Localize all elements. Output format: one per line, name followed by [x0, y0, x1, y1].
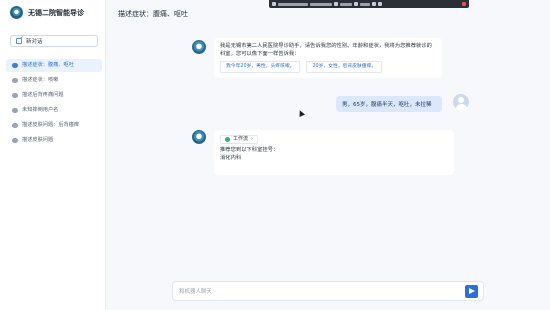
history-item[interactable]: 描述症状：咳嗽 [6, 74, 102, 87]
history-list: 描述症状：腹痛、呕吐 描述症状：咳嗽 描述后背疼痛问题 未知摔倒用户名 描述皮肤… [6, 59, 102, 149]
history-item-label: 未知摔倒用户名 [22, 107, 59, 113]
workflow-tag[interactable]: 工作流 › [220, 135, 259, 144]
conversation-title: 描述症状：腹痛、呕吐 [118, 10, 188, 18]
toolbar-text-placeholder [278, 2, 308, 6]
bot-intro-text: 我是无锡市第二人民医院导诊助手，请告诉我您的性别、年龄和症状，我将为您推荐就诊的… [220, 43, 432, 57]
history-item[interactable]: 描述后背疼痛问题 [6, 89, 102, 102]
chat-input-bar [172, 281, 484, 301]
toolbar-icon[interactable] [378, 2, 382, 6]
toolbar-icon[interactable] [354, 2, 358, 6]
send-button[interactable] [465, 285, 478, 298]
chat-header: 描述症状：腹痛、呕吐 [106, 0, 550, 28]
history-item[interactable]: 描述皮肤问题：后背瘙痒 [6, 119, 102, 132]
bot-message: 我是无锡市第二人民医院导诊助手，请告诉我您的性别、年龄和症状，我将为您推荐就诊的… [214, 38, 442, 78]
example-chip[interactable]: 20岁，女性，后背皮肤瘙痒。 [306, 61, 383, 73]
history-item[interactable]: 未知摔倒用户名 [6, 104, 102, 117]
brand: 无锡二院智能导诊 [10, 6, 84, 19]
history-item-label: 描述症状：腹痛、呕吐 [22, 62, 74, 68]
stop-share-icon[interactable] [462, 2, 466, 6]
history-item-label: 描述症状：咳嗽 [22, 77, 59, 83]
bot-message: 工作流 › 推荐您到以下科室挂号： 消化内科 [214, 130, 454, 175]
history-item[interactable]: 描述症状：腹痛、呕吐 [6, 59, 102, 72]
user-message: 男，65岁，腹痛半天，呕吐，未拉稀 [336, 96, 442, 112]
toolbar-text-placeholder [360, 2, 370, 6]
chat-bubble-icon [12, 123, 18, 128]
bot-avatar [192, 40, 206, 54]
share-status-icon [272, 2, 276, 6]
new-chat-button[interactable]: 新对话 [10, 35, 98, 47]
toolbar-icon[interactable] [372, 2, 376, 6]
chat-bubble-icon [12, 78, 18, 83]
example-chip[interactable]: 我今年20岁，男性，头疼咳嗽。 [220, 61, 301, 73]
bot-avatar [192, 130, 206, 144]
workflow-label: 工作流 [233, 135, 249, 142]
sidebar: 无锡二院智能导诊 新对话 描述症状：腹痛、呕吐 描述症状：咳嗽 描述后背疼痛问题… [0, 0, 106, 310]
recommended-department: 消化内科 [220, 154, 242, 161]
toolbar-icon[interactable] [334, 2, 338, 6]
chat-bubble-icon [12, 138, 18, 143]
chat-bubble-icon [12, 108, 18, 113]
hospital-logo-icon [10, 6, 23, 19]
chat-bubble-icon [12, 93, 18, 98]
bot-reply-line: 推荐您到以下科室挂号： [220, 147, 279, 153]
toolbar-text-placeholder [310, 2, 332, 6]
history-item-label: 描述后背疼痛问题 [22, 92, 64, 98]
example-chips: 我今年20岁，男性，头疼咳嗽。 20岁，女性，后背皮肤瘙痒。 [220, 61, 436, 73]
history-item[interactable]: 描述皮肤问题 [6, 134, 102, 147]
new-chat-label: 新对话 [26, 39, 43, 45]
toolbar-text-placeholder [340, 2, 352, 6]
chat-input[interactable] [179, 286, 459, 297]
screen-share-toolbar[interactable] [269, 0, 469, 8]
chevron-right-icon: › [251, 135, 254, 142]
user-avatar [453, 94, 469, 110]
history-item-label: 描述皮肤问题 [22, 137, 54, 143]
chat-bubble-icon [12, 63, 18, 68]
app-title: 无锡二院智能导诊 [28, 8, 84, 17]
edit-icon [16, 38, 22, 44]
mouse-cursor-icon [297, 109, 305, 117]
check-circle-icon [225, 137, 230, 142]
history-item-label: 描述皮肤问题：后背瘙痒 [22, 122, 80, 128]
